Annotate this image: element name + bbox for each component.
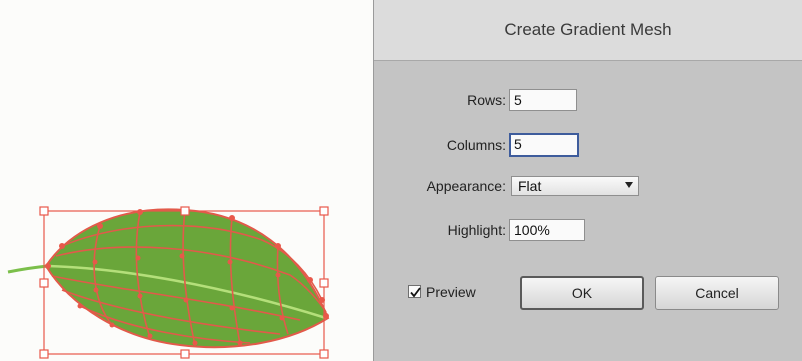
- preview-checkbox[interactable]: [408, 285, 421, 298]
- artboard[interactable]: [0, 0, 370, 361]
- rows-input[interactable]: 5: [509, 89, 577, 111]
- columns-label: Columns:: [446, 137, 506, 153]
- chevron-down-icon: [625, 182, 633, 188]
- ok-button[interactable]: OK: [520, 276, 644, 310]
- appearance-label: Appearance:: [426, 178, 506, 194]
- create-gradient-mesh-dialog: Create Gradient Mesh Rows: 5 Columns: 5 …: [373, 0, 802, 361]
- preview-label[interactable]: Preview: [426, 282, 496, 302]
- cancel-button[interactable]: Cancel: [655, 276, 779, 310]
- columns-input[interactable]: 5: [509, 133, 579, 157]
- leaf-stem: [7, 264, 49, 274]
- appearance-value: Flat: [518, 178, 542, 194]
- appearance-select[interactable]: Flat: [511, 176, 639, 196]
- highlight-label: Highlight:: [447, 222, 506, 238]
- highlight-input[interactable]: 100%: [509, 219, 585, 241]
- rows-label: Rows:: [467, 92, 506, 108]
- dialog-title: Create Gradient Mesh: [374, 0, 802, 61]
- checkmark-icon: [410, 287, 421, 298]
- leaf-artwork[interactable]: [0, 0, 370, 361]
